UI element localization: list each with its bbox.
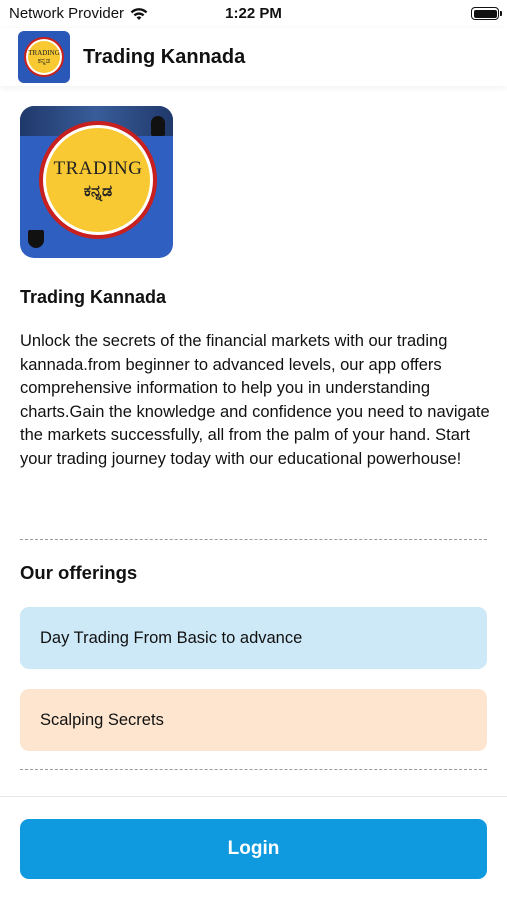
app-logo: TRADING ಕನ್ನಡ bbox=[18, 31, 70, 83]
course-coin-inner: TRADING ಕನ್ನಡ bbox=[43, 125, 153, 235]
offering-label: Day Trading From Basic to advance bbox=[40, 628, 303, 647]
decorative-shape bbox=[28, 230, 44, 248]
logo-text-line1: TRADING bbox=[28, 49, 60, 57]
login-button[interactable]: Login bbox=[20, 819, 487, 879]
battery-icon bbox=[471, 7, 502, 20]
status-bar: Network Provider 1:22 PM bbox=[0, 0, 507, 28]
section-divider bbox=[20, 539, 487, 540]
status-time: 1:22 PM bbox=[225, 5, 282, 22]
course-description: Unlock the secrets of the financial mark… bbox=[20, 332, 490, 468]
logo-coin: TRADING ಕನ್ನಡ bbox=[24, 37, 64, 77]
header-title: Trading Kannada bbox=[83, 45, 246, 68]
offering-label: Scalping Secrets bbox=[40, 710, 164, 729]
offering-item-day-trading[interactable]: Day Trading From Basic to advance bbox=[20, 607, 487, 669]
bottom-action-bar: Login bbox=[0, 796, 507, 900]
section-divider bbox=[20, 769, 487, 770]
course-title: Trading Kannada bbox=[20, 287, 167, 307]
course-image-text-line1: TRADING bbox=[53, 158, 143, 179]
course-coin-logo: TRADING ಕನ್ನಡ bbox=[39, 121, 157, 239]
logo-text-line2: ಕನ್ನಡ bbox=[37, 57, 51, 65]
decorative-shape bbox=[151, 116, 165, 136]
course-image: TRADING ಕನ್ನಡ bbox=[20, 106, 173, 258]
offering-item-scalping[interactable]: Scalping Secrets bbox=[20, 689, 487, 751]
course-image-text-line2: ಕನ್ನಡ bbox=[83, 181, 113, 200]
main-content[interactable]: TRADING ಕನ್ನಡ Trading Kannada Unlock the… bbox=[0, 86, 507, 796]
app-header: TRADING ಕನ್ನಡ Trading Kannada bbox=[0, 28, 507, 86]
offerings-title: Our offerings bbox=[20, 562, 138, 583]
